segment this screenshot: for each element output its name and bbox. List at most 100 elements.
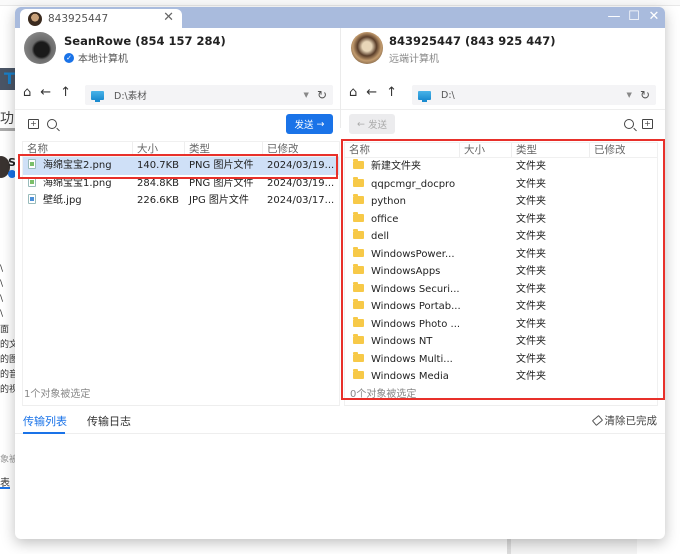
file-name-cell: 海绵宝宝1.png: [23, 175, 133, 192]
send-button[interactable]: 发送 →: [286, 114, 333, 134]
remote-folder-row[interactable]: qqpcmgr_docpro 文件夹: [345, 176, 657, 194]
column-name[interactable]: 名称: [345, 143, 460, 157]
remote-folder-row[interactable]: Windows Securi... 文件夹: [345, 281, 657, 299]
remote-folder-row[interactable]: Windows Media 文件夹: [345, 368, 657, 386]
local-file-row[interactable]: 壁纸.jpg 226.6KB JPG 图片文件 2024/03/17...: [23, 192, 339, 210]
new-folder-icon[interactable]: +: [28, 119, 39, 129]
local-file-row[interactable]: 海绵宝宝1.png 284.8KB PNG 图片文件 2024/03/19...: [23, 175, 339, 193]
remote-folder-row[interactable]: Windows Photo ... 文件夹: [345, 316, 657, 334]
back-arrow-icon[interactable]: ←: [40, 86, 51, 100]
back-arrow-icon[interactable]: ←: [366, 86, 377, 100]
local-file-row[interactable]: 海绵宝宝2.png 140.7KB PNG 图片文件 2024/03/19...: [23, 157, 339, 175]
png-file-icon: [28, 176, 36, 187]
home-icon[interactable]: ⌂: [349, 86, 357, 100]
remote-folder-row[interactable]: WindowsApps 文件夹: [345, 263, 657, 281]
folder-name-cell: 新建文件夹: [345, 158, 460, 175]
session-tab[interactable]: 843925447 ✕: [20, 9, 182, 28]
folder-name-cell: office: [345, 211, 460, 228]
folder-type: 文件夹: [516, 231, 546, 243]
remote-folder-row[interactable]: WindowsPower... 文件夹: [345, 246, 657, 264]
column-type[interactable]: 类型: [512, 143, 590, 157]
refresh-icon[interactable]: ↻: [317, 88, 327, 102]
up-arrow-icon[interactable]: ↑: [386, 86, 397, 100]
folder-name-cell: Windows Media: [345, 368, 460, 385]
remote-folder-row[interactable]: python 文件夹: [345, 193, 657, 211]
send-back-button[interactable]: ← 发送: [349, 114, 395, 134]
remote-folder-row[interactable]: 新建文件夹 文件夹: [345, 158, 657, 176]
folder-icon: [353, 299, 364, 310]
background-topbar: [0, 0, 680, 6]
computer-icon: [91, 90, 104, 102]
title-bar[interactable]: 843925447 ✕ — ☐ ✕: [15, 7, 665, 28]
column-size[interactable]: 大小: [460, 143, 512, 157]
search-button[interactable]: [624, 119, 636, 131]
clear-completed-label: 清除已完成: [604, 415, 658, 427]
column-type[interactable]: 类型: [185, 142, 263, 156]
refresh-icon[interactable]: ↻: [640, 88, 650, 102]
column-modified[interactable]: 已修改: [263, 142, 339, 156]
column-size[interactable]: 大小: [133, 142, 185, 156]
folder-icon: [353, 316, 364, 327]
chevron-down-icon[interactable]: ▼: [627, 91, 632, 99]
tab-close-icon[interactable]: ✕: [163, 10, 174, 25]
folder-type: 文件夹: [516, 161, 546, 173]
computer-icon: [418, 90, 431, 102]
folder-name-cell: Windows Photo ...: [345, 316, 460, 333]
tab-transfer-list[interactable]: 传输列表: [23, 413, 67, 429]
folder-type: 文件夹: [516, 248, 546, 260]
arrow-left-icon: ←: [357, 118, 365, 130]
remote-user-info: 843925447 (843 925 447) 远端计算机: [341, 28, 665, 74]
folder-name: qqpcmgr_docpro: [371, 178, 456, 190]
send-back-label: 发送: [367, 120, 387, 131]
remote-folder-row[interactable]: dell 文件夹: [345, 228, 657, 246]
folder-name: Windows NT: [371, 336, 433, 348]
arrow-right-icon: →: [316, 118, 325, 130]
folder-type: 文件夹: [516, 301, 546, 313]
remote-folder-row[interactable]: Windows Portab... 文件夹: [345, 298, 657, 316]
remote-folder-row[interactable]: Windows Multi... 文件夹: [345, 351, 657, 369]
tab-avatar: [28, 11, 42, 26]
file-modified: 2024/03/19...: [267, 160, 335, 172]
folder-name-cell: WindowsApps: [345, 263, 460, 280]
folder-icon: [353, 159, 364, 170]
transfer-tabs: 传输列表 传输日志 清除已完成: [15, 408, 665, 434]
remote-path-input[interactable]: D:\ ▼ ↻: [412, 85, 656, 105]
file-name: 壁纸.jpg: [43, 195, 82, 207]
close-button[interactable]: ✕: [647, 8, 661, 26]
tab-transfer-log[interactable]: 传输日志: [87, 413, 131, 429]
verified-check-icon: ✓: [64, 52, 74, 63]
folder-type: 文件夹: [516, 178, 546, 190]
local-path-input[interactable]: D:\素材 ▼ ↻: [85, 85, 333, 105]
remote-path-text: D:\: [441, 89, 455, 101]
png-file-icon: [28, 159, 36, 170]
background-tab-underline: [0, 487, 10, 489]
clear-completed-button[interactable]: 清除已完成: [591, 413, 658, 428]
folder-name: WindowsApps: [371, 266, 441, 278]
folder-icon: [353, 194, 364, 205]
file-size: 284.8KB: [137, 177, 180, 189]
search-icon: [47, 119, 57, 129]
home-icon[interactable]: ⌂: [23, 86, 31, 100]
folder-name-cell: Windows Securi...: [345, 281, 460, 298]
column-modified[interactable]: 已修改: [590, 143, 657, 157]
local-user-label: 本地计算机: [78, 54, 128, 65]
up-arrow-icon[interactable]: ↑: [60, 86, 71, 100]
folder-type: 文件夹: [516, 283, 546, 295]
eraser-icon: [591, 414, 603, 427]
new-folder-icon[interactable]: +: [642, 119, 653, 129]
folder-name-cell: Windows Portab...: [345, 298, 460, 315]
search-button[interactable]: [47, 119, 59, 131]
chevron-down-icon[interactable]: ▼: [304, 91, 309, 99]
folder-name-cell: Windows Multi...: [345, 351, 460, 368]
folder-name: Windows Photo ...: [371, 318, 460, 330]
folder-type: 文件夹: [516, 371, 546, 383]
column-name[interactable]: 名称: [23, 142, 133, 156]
remote-folder-row[interactable]: Windows NT 文件夹: [345, 333, 657, 351]
file-name-cell: 壁纸.jpg: [23, 192, 133, 209]
maximize-button[interactable]: ☐: [627, 8, 641, 26]
remote-folder-row[interactable]: office 文件夹: [345, 211, 657, 229]
minimize-button[interactable]: —: [607, 8, 621, 26]
remote-file-list: 名称 大小 类型 已修改 新建文件夹 文件夹 qqpcmgr_docpro 文件夹 py…: [344, 142, 658, 406]
folder-name-cell: dell: [345, 228, 460, 245]
local-path-text: D:\素材: [114, 91, 147, 102]
